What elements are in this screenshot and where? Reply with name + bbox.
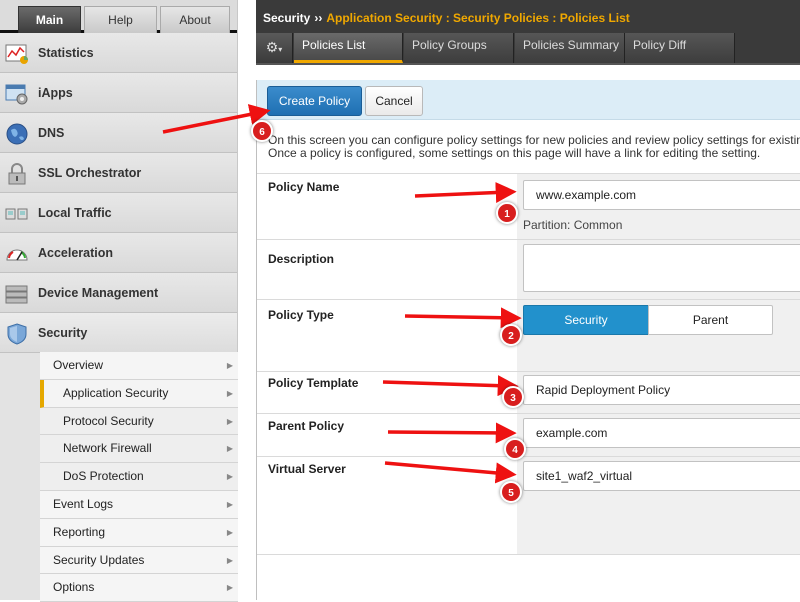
breadcrumb-separator: ››: [314, 11, 323, 25]
nav-item-iapps[interactable]: iApps: [0, 73, 237, 113]
ssl-lock-icon: [8, 163, 26, 185]
submenu-dos-protection[interactable]: DoS Protection ▶: [40, 463, 238, 491]
submenu-label: Protocol Security: [63, 413, 154, 428]
description-textarea[interactable]: [523, 244, 800, 292]
submenu-label: Overview: [53, 358, 104, 372]
iapps-icon: [5, 84, 28, 105]
policy-type-parent-option[interactable]: Parent: [648, 305, 773, 335]
caret-down-icon: ▾: [278, 45, 283, 54]
nav-item-local-traffic[interactable]: Local Traffic: [0, 193, 237, 233]
primary-tab-bar: Main Help About: [0, 0, 237, 33]
nav-label: Security: [38, 326, 88, 340]
submenu-overview[interactable]: Overview ▶: [40, 352, 238, 380]
chevron-right-icon: ▶: [226, 388, 233, 398]
virtual-server-label: Virtual Server: [268, 462, 346, 476]
top-bar: Security ›› Application Security : Securit…: [256, 0, 800, 65]
action-toolbar: Create Policy Cancel: [257, 80, 800, 120]
nav-label: Statistics: [38, 46, 94, 60]
parent-policy-select[interactable]: example.com: [523, 418, 800, 448]
gear-menu-button[interactable]: ⚙▾: [256, 33, 293, 63]
sidebar: Main Help About Statistics iApps DNS SSL…: [0, 0, 238, 602]
create-policy-button[interactable]: Create Policy: [267, 86, 362, 116]
chevron-right-icon: ▶: [226, 583, 233, 593]
partition-text: Partition: Common: [523, 218, 623, 232]
tab-main[interactable]: Main: [18, 6, 81, 33]
chevron-right-icon: ▶: [226, 416, 233, 426]
submenu-label: Application Security: [63, 385, 169, 400]
chevron-right-icon: ▶: [226, 472, 233, 482]
virtual-server-select[interactable]: site1_waf2_virtual: [523, 461, 800, 491]
nav-label: Acceleration: [38, 246, 114, 260]
chevron-right-icon: ▶: [226, 444, 233, 454]
submenu-application-security[interactable]: Application Security ▶: [40, 379, 238, 408]
submenu-label: Network Firewall: [63, 441, 152, 456]
annotation-badge-3: 3: [502, 386, 524, 408]
submenu-label: Event Logs: [53, 496, 114, 511]
annotation-badge-5: 5: [500, 481, 522, 503]
nav-item-device-management[interactable]: Device Management: [0, 273, 237, 313]
divider: [257, 554, 800, 555]
annotation-badge-6: 6: [251, 120, 273, 142]
annotation-badge-2: 2: [500, 324, 522, 346]
main-content: Create Policy Cancel On this screen you …: [256, 80, 800, 600]
nav-label: Device Management: [38, 286, 159, 300]
nav-item-dns[interactable]: DNS: [0, 113, 237, 153]
annotation-badge-1: 1: [496, 202, 518, 224]
description-label: Description: [268, 252, 335, 266]
cancel-button[interactable]: Cancel: [365, 86, 423, 116]
local-traffic-icon: [5, 208, 28, 220]
submenu-reporting[interactable]: Reporting ▶: [40, 518, 238, 547]
parent-policy-label: Parent Policy: [268, 419, 345, 433]
policy-name-input[interactable]: www.example.com: [523, 180, 800, 210]
submenu-label: Options: [53, 580, 95, 595]
nav-label: Local Traffic: [38, 206, 112, 220]
submenu-protocol-security[interactable]: Protocol Security ▶: [40, 407, 238, 436]
policy-name-label: Policy Name: [268, 180, 340, 194]
subtab-policy-diff[interactable]: Policy Diff: [625, 33, 735, 63]
statistics-icon: [5, 44, 28, 64]
chevron-right-icon: ▶: [226, 499, 233, 509]
submenu-event-logs[interactable]: Event Logs ▶: [40, 490, 238, 519]
dns-globe-icon: [6, 123, 28, 145]
subtab-policy-groups[interactable]: Policy Groups: [404, 33, 514, 63]
nav-item-ssl-orchestrator[interactable]: SSL Orchestrator: [0, 153, 237, 193]
submenu-label: Reporting: [53, 524, 106, 539]
gear-icon: ⚙: [265, 39, 279, 55]
nav-item-acceleration[interactable]: Acceleration: [0, 233, 237, 273]
nav-item-security[interactable]: Security: [0, 313, 237, 353]
submenu-security-updates[interactable]: Security Updates ▶: [40, 546, 238, 575]
policy-type-label: Policy Type: [268, 308, 334, 322]
chevron-right-icon: ▶: [226, 361, 233, 370]
gauge-icon: [6, 249, 28, 261]
policy-template-label: Policy Template: [268, 376, 359, 390]
submenu-label: Security Updates: [53, 552, 145, 567]
chevron-right-icon: ▶: [226, 527, 233, 537]
policy-type-security-option[interactable]: Security: [523, 305, 649, 335]
chevron-right-icon: ▶: [226, 555, 233, 565]
submenu-network-firewall[interactable]: Network Firewall ▶: [40, 435, 238, 464]
annotation-badge-4: 4: [504, 438, 526, 460]
server-icon: [5, 285, 28, 304]
breadcrumb: Security ›› Application Security : Securit…: [263, 11, 630, 25]
submenu-label: DoS Protection: [63, 469, 144, 484]
description-line-2: Once a policy is configured, some settin…: [268, 146, 761, 160]
submenu-options[interactable]: Options ▶: [40, 574, 238, 602]
tab-help[interactable]: Help: [84, 6, 157, 33]
subtab-policies-summary[interactable]: Policies Summary: [515, 33, 625, 63]
security-submenu: Overview ▶ Application Security ▶ Protocol…: [40, 352, 238, 602]
policy-template-select[interactable]: Rapid Deployment Policy: [523, 375, 800, 405]
breadcrumb-root[interactable]: Security: [263, 11, 310, 25]
subtab-policies-list[interactable]: Policies List: [294, 33, 403, 63]
nav-label: SSL Orchestrator: [38, 166, 142, 180]
shield-icon: [7, 323, 27, 345]
nav-label: DNS: [38, 126, 65, 140]
nav-item-statistics[interactable]: Statistics: [0, 33, 237, 73]
tab-about[interactable]: About: [160, 6, 230, 33]
nav-label: iApps: [38, 86, 73, 100]
breadcrumb-path: Application Security : Security Policies…: [326, 11, 630, 25]
page-description: On this screen you can configure policy …: [268, 134, 800, 160]
